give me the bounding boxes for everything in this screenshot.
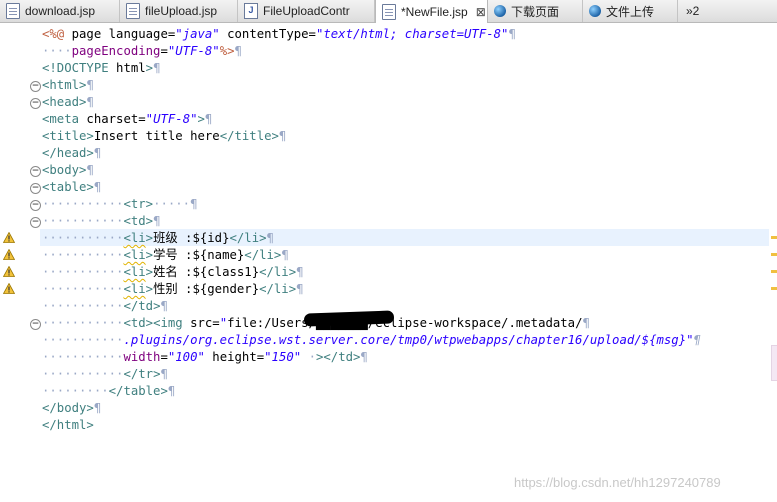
warning-icon[interactable]	[3, 232, 15, 243]
code-editor[interactable]: − − − − − − − <%@ page language="java" c…	[0, 23, 777, 502]
fold-toggle-icon[interactable]: −	[30, 183, 41, 194]
tab-file-upload[interactable]: 文件上传	[583, 0, 678, 22]
globe-icon	[589, 5, 601, 17]
overview-ruler-marker[interactable]	[771, 287, 777, 290]
tab-label: 文件上传	[606, 4, 655, 19]
fold-toggle-icon[interactable]: −	[30, 200, 41, 211]
tab-label: fileUpload.jsp	[145, 4, 218, 18]
fold-toggle-icon[interactable]: −	[30, 217, 41, 228]
code-line[interactable]: ····pageEncoding="UTF-8"%>¶	[42, 43, 242, 60]
tab-label: FileUploadContr	[263, 4, 350, 18]
warning-icon[interactable]	[3, 266, 15, 277]
code-line[interactable]: ···········<td>¶	[42, 213, 160, 230]
code-line[interactable]: ···········<li>性别 :${gender}</li>¶	[42, 281, 304, 298]
code-line[interactable]: <meta charset="UTF-8">¶	[42, 111, 212, 128]
globe-icon	[494, 5, 506, 17]
fold-toggle-icon[interactable]: −	[30, 319, 41, 330]
jsp-file-icon	[126, 3, 140, 19]
code-line[interactable]: <%@ page language="java" contentType="te…	[42, 26, 516, 43]
code-line[interactable]: ···········.plugins/org.eclipse.wst.serv…	[42, 332, 701, 349]
watermark: https://blog.csdn.net/hh1297240789	[514, 475, 721, 490]
fold-toggle-icon[interactable]: −	[30, 98, 41, 109]
code-line[interactable]: ···········</td>¶	[42, 298, 168, 315]
code-line[interactable]: ···········width="100" height="150" ·></…	[42, 349, 368, 366]
scrollbar-thumb[interactable]	[771, 345, 777, 381]
code-line[interactable]: <html>¶	[42, 77, 94, 94]
code-line[interactable]: </html>	[42, 417, 94, 434]
tab-overflow-button[interactable]: »2	[678, 0, 777, 22]
tab-label: 下载页面	[511, 4, 560, 19]
fold-toggle-icon[interactable]: −	[30, 81, 41, 92]
tab-overflow-label: »2	[686, 4, 700, 18]
code-line[interactable]: ·········</table>¶	[42, 383, 175, 400]
fold-toggle-icon[interactable]: −	[30, 166, 41, 177]
tab-download-jsp[interactable]: download.jsp	[0, 0, 120, 22]
code-line[interactable]: </head>¶	[42, 145, 101, 162]
tab-download-page[interactable]: 下载页面	[488, 0, 583, 22]
code-line[interactable]: <body>¶	[42, 162, 94, 179]
overview-ruler-marker[interactable]	[771, 253, 777, 256]
tab-label: download.jsp	[25, 4, 96, 18]
overview-ruler-marker[interactable]	[771, 236, 777, 239]
code-line[interactable]: <!DOCTYPE html>¶	[42, 60, 160, 77]
code-line[interactable]: ···········<li>姓名 :${class1}</li>¶	[42, 264, 304, 281]
tab-label: *NewFile.jsp	[401, 4, 468, 19]
tab-fileupload-jsp[interactable]: fileUpload.jsp	[120, 0, 238, 22]
editor-tab-bar: download.jsp fileUpload.jsp J FileUpload…	[0, 0, 777, 23]
warning-icon[interactable]	[3, 249, 15, 260]
code-line[interactable]: ···········</tr>¶	[42, 366, 168, 383]
overview-ruler-marker[interactable]	[771, 270, 777, 273]
warning-icon[interactable]	[3, 283, 15, 294]
jsp-file-icon	[382, 3, 396, 20]
code-line[interactable]: ···········<li>学号 :${name}</li>¶	[42, 247, 289, 264]
tab-fileuploadcontroller[interactable]: J FileUploadContr	[238, 0, 375, 22]
code-line[interactable]: <head>¶	[42, 94, 94, 111]
jsp-file-icon	[6, 3, 20, 19]
code-line[interactable]: </body>¶	[42, 400, 101, 417]
java-file-icon: J	[244, 3, 258, 19]
code-line[interactable]: <table>¶	[42, 179, 101, 196]
code-line[interactable]: ···········<li>班级 :${id}</li>¶	[42, 230, 274, 247]
tab-newfile-jsp[interactable]: *NewFile.jsp ⊠	[375, 0, 488, 23]
close-icon[interactable]: ⊠	[476, 5, 486, 19]
code-line[interactable]: ···········<tr>·····¶	[42, 196, 198, 213]
code-line[interactable]: <title>Insert title here</title>¶	[42, 128, 286, 145]
